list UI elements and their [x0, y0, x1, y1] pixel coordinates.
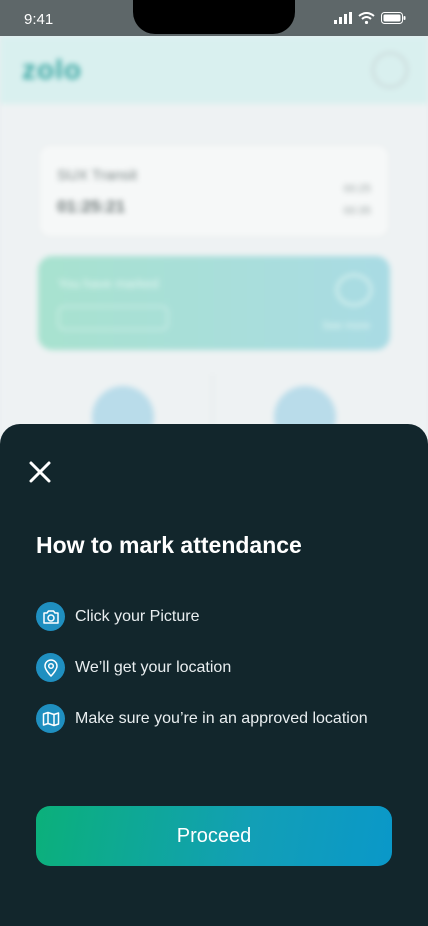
step-item-location: We’ll get your location [36, 653, 231, 682]
camera-icon [42, 609, 59, 624]
share-icon [336, 274, 372, 306]
attendance-status-chip [58, 306, 168, 330]
close-icon [29, 461, 51, 483]
map-icon [42, 711, 59, 726]
sheet-title: How to mark attendance [36, 532, 302, 558]
transit-card-right-2: 00:35 [343, 205, 371, 217]
attendance-status-card: You have marked See more [38, 256, 390, 350]
proceed-button[interactable]: Proceed [36, 806, 392, 866]
device-notch [133, 0, 295, 34]
location-pin-icon [43, 658, 58, 677]
step-icon-badge [36, 602, 65, 631]
app-header: zolo [0, 36, 428, 104]
transit-card: SUX Transit 01:25:21 00:25 00:35 [38, 144, 390, 238]
wifi-icon [358, 12, 375, 24]
transit-card-right-1: 00:25 [343, 183, 371, 195]
step-item-picture: Click your Picture [36, 602, 199, 631]
status-icons [334, 12, 406, 24]
status-bar: 9:41 [0, 0, 428, 36]
attendance-status-title: You have marked [58, 276, 159, 291]
step-text: Click your Picture [75, 607, 200, 625]
app-logo: zolo [22, 54, 82, 85]
close-button[interactable] [24, 456, 56, 488]
signal-icon [334, 12, 352, 24]
transit-card-value: 01:25:21 [57, 197, 126, 216]
step-icon-badge [36, 653, 65, 682]
transit-card-title: SUX Transit [57, 167, 138, 184]
attendance-bottom-sheet: How to mark attendance Click your Pictur… [0, 424, 428, 926]
step-item-approved-location: Make sure you’re in an approved location [36, 704, 368, 733]
step-text: We’ll get your location [75, 658, 232, 676]
status-time: 9:41 [24, 11, 54, 28]
profile-avatar [372, 52, 408, 88]
step-icon-badge [36, 704, 65, 733]
step-text: Make sure you’re in an approved location [75, 709, 368, 727]
attendance-status-link: See more [322, 320, 370, 332]
battery-icon [381, 12, 406, 24]
